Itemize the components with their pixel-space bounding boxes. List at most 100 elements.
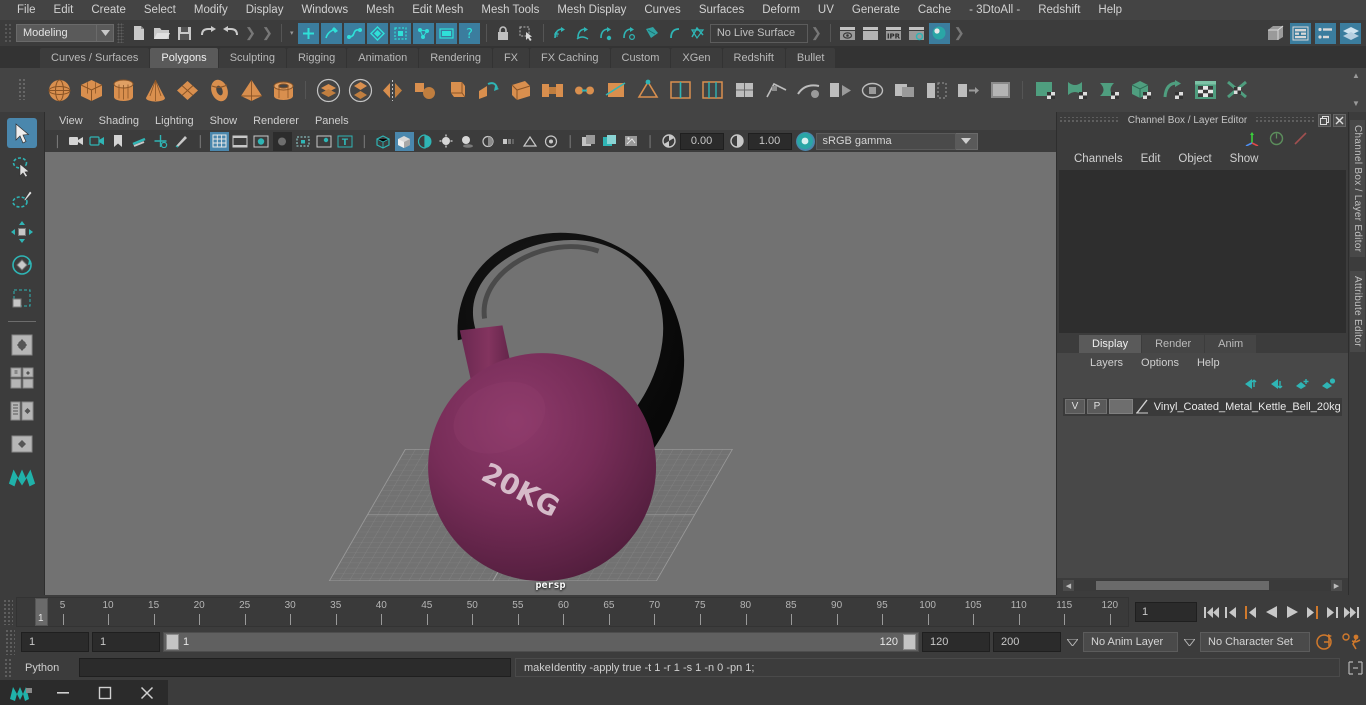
command-input[interactable] — [79, 658, 511, 677]
status-collapse-arrow[interactable]: ▾ — [287, 24, 297, 42]
vertical-tab-channel-box[interactable]: Channel Box / Layer Editor — [1350, 120, 1365, 258]
save-scene-icon[interactable] — [174, 23, 195, 44]
film-gate-icon[interactable] — [231, 132, 250, 151]
color-management-icon[interactable] — [795, 131, 815, 151]
select-mask-particles-icon[interactable] — [412, 22, 434, 44]
playback-start-field[interactable]: 1 — [92, 632, 160, 652]
hypershade-icon[interactable] — [928, 22, 950, 44]
xray-icon[interactable] — [315, 132, 334, 151]
render-current-frame-icon[interactable] — [837, 23, 858, 44]
crease-tool-icon[interactable] — [761, 75, 791, 105]
magnet-snap-icon[interactable] — [642, 23, 663, 44]
texture-borders-icon[interactable]: T — [336, 132, 355, 151]
anim-start-field[interactable]: 1 — [21, 632, 89, 652]
merge-icon[interactable] — [569, 75, 599, 105]
menu-generate[interactable]: Generate — [843, 0, 909, 20]
minimize-icon[interactable] — [42, 680, 84, 705]
channel-box-content[interactable] — [1059, 170, 1346, 333]
isolate-select-icon[interactable] — [580, 132, 599, 151]
menu-uv[interactable]: UV — [809, 0, 843, 20]
menu-surfaces[interactable]: Surfaces — [690, 0, 753, 20]
uv-automatic-icon[interactable] — [1126, 75, 1156, 105]
image-plane-icon[interactable] — [130, 132, 149, 151]
play-backwards-icon[interactable] — [1263, 603, 1280, 621]
poly-cylinder-icon[interactable] — [108, 75, 138, 105]
mirror-cut-icon[interactable] — [921, 75, 951, 105]
perspective-viewport[interactable]: 20KG persp — [45, 152, 1056, 595]
viewport-menu-shading[interactable]: Shading — [91, 112, 147, 130]
script-editor-icon[interactable] — [1344, 658, 1366, 677]
range-end-handle[interactable] — [903, 634, 916, 650]
shelf-tab-rendering[interactable]: Rendering — [419, 48, 492, 68]
step-back-frame-icon[interactable] — [1243, 603, 1260, 621]
menu-mesh-display[interactable]: Mesh Display — [548, 0, 635, 20]
smooth-shade-textured-icon[interactable] — [416, 132, 435, 151]
gate-mask-icon[interactable] — [272, 131, 292, 151]
move-tool[interactable] — [7, 217, 37, 247]
sculpt-icon[interactable] — [793, 75, 823, 105]
shelf-tab-bullet[interactable]: Bullet — [785, 48, 836, 68]
multi-cut-icon[interactable] — [601, 75, 631, 105]
persp-graph-layout[interactable] — [7, 429, 37, 459]
transfer-attributes-icon[interactable] — [953, 75, 983, 105]
shelf-tab-redshift[interactable]: Redshift — [722, 48, 785, 68]
multisample-aa-icon[interactable] — [521, 132, 540, 151]
poly-cube-icon[interactable] — [76, 75, 106, 105]
smooth-shade-all-icon[interactable] — [394, 131, 414, 151]
gamma-field[interactable]: 1.00 — [747, 132, 792, 150]
extrude-icon[interactable] — [473, 75, 503, 105]
character-set-selector[interactable]: No Character Set — [1200, 632, 1310, 652]
shelf-scroll-down-icon[interactable]: ▼ — [1352, 100, 1360, 108]
poly-reduce-icon[interactable] — [825, 75, 855, 105]
uv-spherical-icon[interactable] — [1094, 75, 1124, 105]
offset-edge-loop-icon[interactable] — [697, 75, 727, 105]
tool-settings-icon[interactable] — [1315, 22, 1336, 44]
edit-menu[interactable]: Edit — [1132, 148, 1170, 170]
poly-pipe-icon[interactable] — [268, 75, 298, 105]
channel-box-icon[interactable] — [1340, 22, 1361, 44]
uv-cylindrical-icon[interactable] — [1062, 75, 1092, 105]
wireframe-icon[interactable] — [374, 132, 393, 151]
layer-color-swatch[interactable] — [1108, 399, 1133, 414]
menuset-selector[interactable]: Modeling — [16, 24, 96, 42]
bookmark-icon[interactable] — [109, 132, 128, 151]
separate-icon[interactable] — [345, 75, 375, 105]
help-menu[interactable]: Help — [1188, 353, 1229, 373]
viewport-menu-renderer[interactable]: Renderer — [245, 112, 307, 130]
auto-keyframe-icon[interactable] — [1313, 633, 1337, 651]
step-forward-frame-icon[interactable] — [1303, 603, 1320, 621]
snap-to-projected-center-icon[interactable] — [619, 23, 640, 44]
menu-mesh-tools[interactable]: Mesh Tools — [472, 0, 548, 20]
scroll-thumb[interactable] — [1096, 581, 1270, 590]
time-slider-track[interactable]: 1 5 10 15 20 25 30 35 40 45 50 55 60 65 70 75 80 85 90 95 1… — [16, 597, 1129, 627]
status-line-grip[interactable] — [4, 23, 13, 43]
anim-layer-selector[interactable]: No Anim Layer — [1083, 632, 1178, 652]
layers-menu[interactable]: Layers — [1081, 353, 1132, 373]
step-back-keyframe-icon[interactable] — [1223, 603, 1240, 621]
menu-curves[interactable]: Curves — [635, 0, 689, 20]
maya-app-icon[interactable] — [0, 680, 42, 705]
color-space-dropdown-arrow[interactable] — [955, 132, 978, 150]
maximize-icon[interactable] — [84, 680, 126, 705]
shelf-tab-custom[interactable]: Custom — [610, 48, 671, 68]
attribute-editor-icon[interactable] — [1290, 22, 1311, 44]
two-d-pan-zoom-icon[interactable] — [151, 132, 170, 151]
isolate-select-remove-icon[interactable] — [622, 132, 641, 151]
poly-pyramid-icon[interactable] — [236, 75, 266, 105]
menu-file[interactable]: File — [8, 0, 45, 20]
shelf-tab-rigging[interactable]: Rigging — [286, 48, 347, 68]
select-mask-lattice-icon[interactable] — [389, 22, 411, 44]
shelf-scroll-arrows[interactable]: ▲ ▼ — [1349, 72, 1363, 108]
shelf-tab-fx-caching[interactable]: FX Caching — [530, 48, 610, 68]
single-perspective-view-layout[interactable] — [7, 330, 37, 360]
highlight-selection-icon[interactable] — [516, 23, 537, 44]
uv-snapshot-icon[interactable] — [1190, 75, 1220, 105]
menuset-dropdown-arrow[interactable] — [96, 24, 114, 42]
select-mask-render-icon[interactable] — [435, 22, 457, 44]
scale-tool[interactable] — [7, 283, 37, 313]
layer-playback-toggle[interactable]: P — [1086, 399, 1107, 414]
menu-edit-mesh[interactable]: Edit Mesh — [403, 0, 472, 20]
playback-end-field[interactable]: 120 — [922, 632, 990, 652]
anim-end-field[interactable]: 200 — [993, 632, 1061, 652]
menu-windows[interactable]: Windows — [292, 0, 357, 20]
